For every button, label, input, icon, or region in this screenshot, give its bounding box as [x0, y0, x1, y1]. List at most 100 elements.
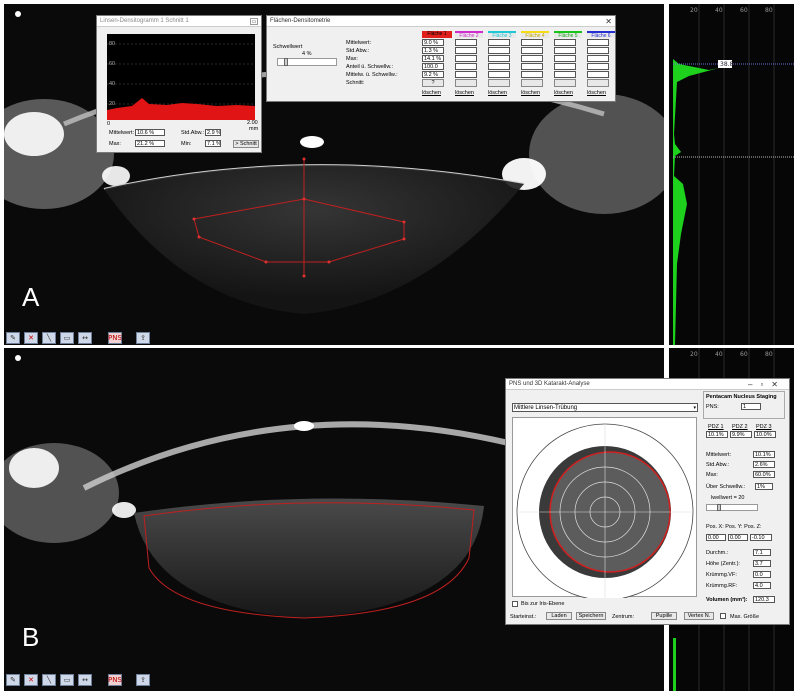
area-header-3[interactable]: Fläche 3: [488, 31, 516, 39]
pupille-button[interactable]: Pupille: [651, 612, 677, 620]
volumen-label: Volumen (mm³):: [706, 597, 748, 603]
startinst-label: Starteinst.:: [510, 614, 537, 620]
y-tick: 40: [109, 81, 116, 87]
empty-field: [587, 71, 609, 78]
position-labels: Pos. X: Pos. Y: Pos. Z:: [706, 524, 762, 530]
axis-tick: 80: [765, 351, 773, 358]
vertex-button[interactable]: Vertex N.: [684, 612, 714, 620]
empty-schnitt[interactable]: [488, 79, 510, 87]
mittelwert-value: 10.6 %: [135, 129, 165, 136]
empty-field: [521, 71, 543, 78]
density-profile-graph-a: [669, 4, 794, 345]
window-title: PNS und 3D Katarakt-Analyse: [509, 381, 590, 387]
window-controls[interactable]: –▫✕: [748, 380, 786, 389]
area-header-2[interactable]: Fläche 2: [455, 31, 483, 39]
schwellwert-label: Schwellwert: [273, 44, 303, 50]
staging-title: Pentacam Nucleus Staging: [706, 394, 777, 400]
pdz-label-1[interactable]: PDZ 1: [708, 424, 724, 430]
delete-icon[interactable]: ✕: [24, 674, 38, 686]
window-titlebar[interactable]: Flächen-Densitometrie ✕: [267, 16, 615, 27]
area-header-1[interactable]: Fläche 1: [422, 31, 452, 38]
export-icon[interactable]: ⇪: [136, 674, 150, 686]
empty-schnitt[interactable]: [587, 79, 609, 87]
empty-field: [521, 55, 543, 62]
analysis-dropdown[interactable]: Mittlere Linsen-Trübung ▾: [512, 403, 698, 412]
speichern-button[interactable]: Speichern: [576, 612, 606, 620]
slider-thumb[interactable]: [717, 504, 721, 511]
window-titlebar[interactable]: PNS und 3D Katarakt-Analyse –▫✕: [506, 379, 789, 390]
line-icon[interactable]: ╲: [42, 674, 56, 686]
pns-icon[interactable]: PNS: [108, 674, 122, 686]
empty-field: [554, 39, 576, 46]
empty-schnitt[interactable]: [455, 79, 477, 87]
area5-delete-button[interactable]: löschen: [554, 90, 573, 96]
delete-icon[interactable]: ✕: [24, 332, 38, 344]
axis-tick: 60: [740, 7, 748, 14]
stdabw-value: 2.9 %: [205, 129, 221, 136]
area1-max: 14.1 %: [422, 55, 444, 62]
pdz-label-3[interactable]: PDZ 3: [756, 424, 772, 430]
max-value: 60.0%: [753, 471, 775, 478]
pen-icon[interactable]: ✎: [6, 674, 20, 686]
empty-field: [554, 63, 576, 70]
close-icon[interactable]: ▭: [250, 17, 258, 25]
area4-delete-button[interactable]: löschen: [521, 90, 540, 96]
area1-mittelwert: 9.0 %: [422, 39, 444, 46]
measure-icon[interactable]: ↔: [78, 332, 92, 344]
empty-field: [521, 63, 543, 70]
schwellwert-slider[interactable]: [706, 504, 758, 511]
pen-icon[interactable]: ✎: [6, 332, 20, 344]
window-titlebar[interactable]: Linsen-Densitogramm 1 Schnitt 1 ▭: [97, 16, 261, 27]
iris-checkbox[interactable]: [512, 601, 518, 607]
pos-z-value: -0.10: [750, 534, 772, 541]
pdz-value-1: 10.1%: [706, 431, 728, 438]
empty-field: [521, 39, 543, 46]
empty-field: [554, 47, 576, 54]
area3-delete-button[interactable]: löschen: [488, 90, 507, 96]
y-tick: 60: [109, 61, 116, 67]
area-icon[interactable]: ▭: [60, 332, 74, 344]
area1-mittelw-ueber: 9.2 %: [422, 71, 444, 78]
area2-delete-button[interactable]: löschen: [455, 90, 474, 96]
mittelwert-label: Mittelwert:: [109, 130, 135, 136]
pns-window: PNS und 3D Katarakt-Analyse –▫✕ Mittlere…: [505, 378, 790, 625]
area-header-5[interactable]: Fläche 5: [554, 31, 582, 39]
empty-field: [587, 55, 609, 62]
max-groesse-checkbox[interactable]: [720, 613, 726, 619]
line-icon[interactable]: ╲: [42, 332, 56, 344]
empty-field: [455, 55, 477, 62]
area-icon[interactable]: ▭: [60, 674, 74, 686]
pns-icon[interactable]: PNS: [108, 332, 122, 344]
max-groesse-label: Max. Größe: [730, 614, 760, 620]
schnitt-button[interactable]: > Schnitt: [233, 140, 259, 148]
y-tick: 80: [109, 41, 116, 47]
laden-button[interactable]: Laden: [546, 612, 572, 620]
pdz-label-2[interactable]: PDZ 2: [732, 424, 748, 430]
measure-icon[interactable]: ↔: [78, 674, 92, 686]
slider-thumb[interactable]: [284, 58, 288, 66]
durchm-value[interactable]: 7.1: [753, 549, 771, 556]
empty-field: [455, 63, 477, 70]
area1-delete-button[interactable]: löschen: [422, 90, 441, 96]
hoehe-label: Höhe (Zentr.):: [706, 561, 740, 567]
densitogram-window: Linsen-Densitogramm 1 Schnitt 1 ▭ 80 60 …: [96, 15, 262, 153]
hoehe-value[interactable]: 3.7: [753, 560, 771, 567]
x-unit: mm: [249, 126, 259, 132]
dropdown-value: Mittlere Linsen-Trübung: [514, 405, 578, 411]
area-header-6[interactable]: Fläche 6: [587, 31, 615, 39]
row-label: Std.Abw.:: [346, 48, 370, 54]
area1-schnitt-button[interactable]: ?: [422, 79, 444, 87]
kruemm-vf-value[interactable]: 0.0: [753, 571, 771, 578]
axis-tick: 60: [740, 351, 748, 358]
empty-schnitt[interactable]: [521, 79, 543, 87]
empty-schnitt[interactable]: [554, 79, 576, 87]
area6-delete-button[interactable]: löschen: [587, 90, 606, 96]
kruemm-rf-value[interactable]: 4.0: [753, 582, 771, 589]
schwellwert-slider[interactable]: [277, 58, 337, 66]
toolbar-b: ✎ ✕ ╲ ▭ ↔ PNS ⇪: [6, 674, 150, 686]
area-header-4[interactable]: Fläche 4: [521, 31, 549, 39]
export-icon[interactable]: ⇪: [136, 332, 150, 344]
empty-field: [554, 55, 576, 62]
close-icon[interactable]: ✕: [605, 17, 612, 26]
pdz-value-3: 10.0%: [754, 431, 776, 438]
